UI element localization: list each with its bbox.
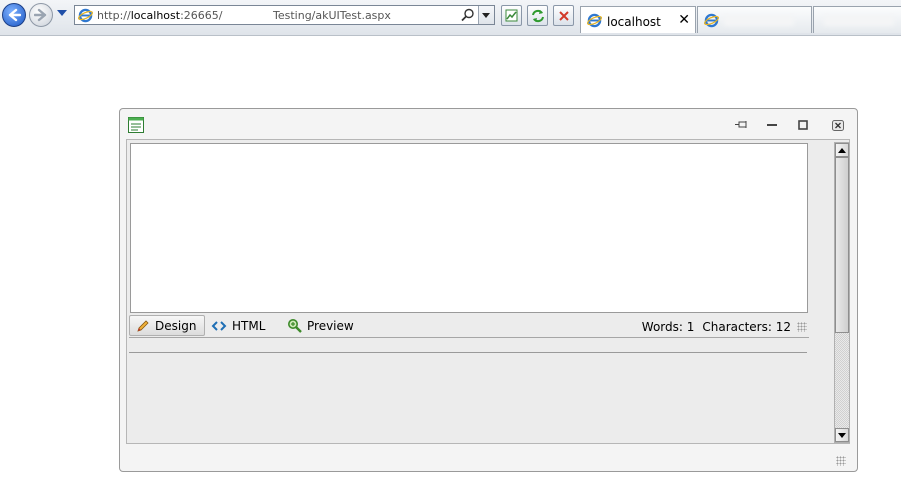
back-button[interactable]: [2, 3, 26, 27]
address-dropdown-button[interactable]: [478, 6, 494, 24]
browser-toolbar: http://localhost:26665/ Testing/akUITest…: [0, 0, 901, 36]
stop-button[interactable]: [553, 5, 574, 26]
pin-icon: [735, 121, 747, 128]
design-mode-label: Design: [155, 318, 197, 333]
vertical-scrollbar[interactable]: [834, 142, 850, 443]
refresh-icon: [531, 9, 544, 22]
editor-mode-bar: Design HTML Preview Words: 1 Characters: …: [129, 314, 809, 338]
maximize-button[interactable]: [796, 119, 810, 131]
address-url-path: Testing/akUITest.aspx: [273, 9, 391, 22]
ie-page-icon: [78, 8, 93, 23]
close-icon: [832, 119, 844, 131]
design-mode-tab[interactable]: Design: [129, 315, 205, 336]
search-icon[interactable]: [461, 8, 475, 22]
back-arrow-icon: [8, 8, 21, 22]
editor-titlebar[interactable]: [120, 109, 857, 139]
tab-third[interactable]: [813, 6, 901, 33]
tab-title-redacted: [724, 16, 794, 26]
tab-label: localhost: [607, 15, 661, 29]
scroll-thumb[interactable]: [835, 157, 849, 333]
address-url: http://localhost:26665/: [97, 9, 223, 22]
tab-second[interactable]: [697, 6, 812, 33]
arrow-down-icon: [838, 432, 846, 438]
tab-close-button[interactable]: ✕: [678, 12, 690, 28]
forward-button[interactable]: [29, 3, 53, 27]
ie-tab-icon: [704, 13, 719, 28]
window-resize-grip-icon[interactable]: [836, 456, 846, 466]
rich-text-edit-area[interactable]: [130, 143, 808, 313]
editor-window: Design HTML Preview Words: 1 Characters: …: [119, 108, 858, 472]
refresh-button[interactable]: [527, 5, 548, 26]
recent-pages-dropdown[interactable]: [57, 10, 67, 16]
scroll-up-button[interactable]: [835, 143, 849, 157]
minimize-button[interactable]: [765, 119, 779, 131]
ie-tab-icon: [587, 13, 602, 28]
html-mode-tab[interactable]: HTML: [205, 315, 275, 336]
preview-mode-tab[interactable]: Preview: [281, 315, 361, 336]
editor-divider: [129, 352, 807, 353]
character-count: Characters: 12: [702, 320, 791, 334]
pin-button[interactable]: [734, 119, 748, 131]
arrow-up-icon: [838, 147, 846, 153]
close-button[interactable]: [831, 119, 845, 131]
address-bar[interactable]: http://localhost:26665/ Testing/akUITest…: [74, 5, 495, 25]
pencil-icon: [137, 319, 149, 332]
editor-client-area: Design HTML Preview Words: 1 Characters: …: [126, 139, 850, 444]
preview-mode-label: Preview: [307, 318, 354, 333]
compatibility-icon: [505, 9, 518, 22]
window-status-bar: [126, 444, 850, 470]
minimize-icon: [767, 124, 777, 126]
forward-arrow-icon: [34, 8, 47, 22]
tab-title-redacted: [824, 16, 894, 26]
maximize-icon: [798, 120, 808, 130]
stop-icon: [558, 10, 569, 21]
document-icon: [128, 117, 144, 133]
code-brackets-icon: [211, 320, 227, 331]
resize-grip-icon[interactable]: [797, 322, 807, 332]
scroll-down-button[interactable]: [835, 428, 849, 442]
word-char-counter: Words: 1 Characters: 12: [642, 320, 791, 334]
word-count: Words: 1: [641, 320, 695, 334]
compatibility-view-button[interactable]: [501, 5, 522, 26]
magnifier-icon: [288, 319, 302, 333]
html-mode-label: HTML: [232, 318, 266, 333]
tab-localhost[interactable]: localhost ✕: [580, 6, 696, 33]
